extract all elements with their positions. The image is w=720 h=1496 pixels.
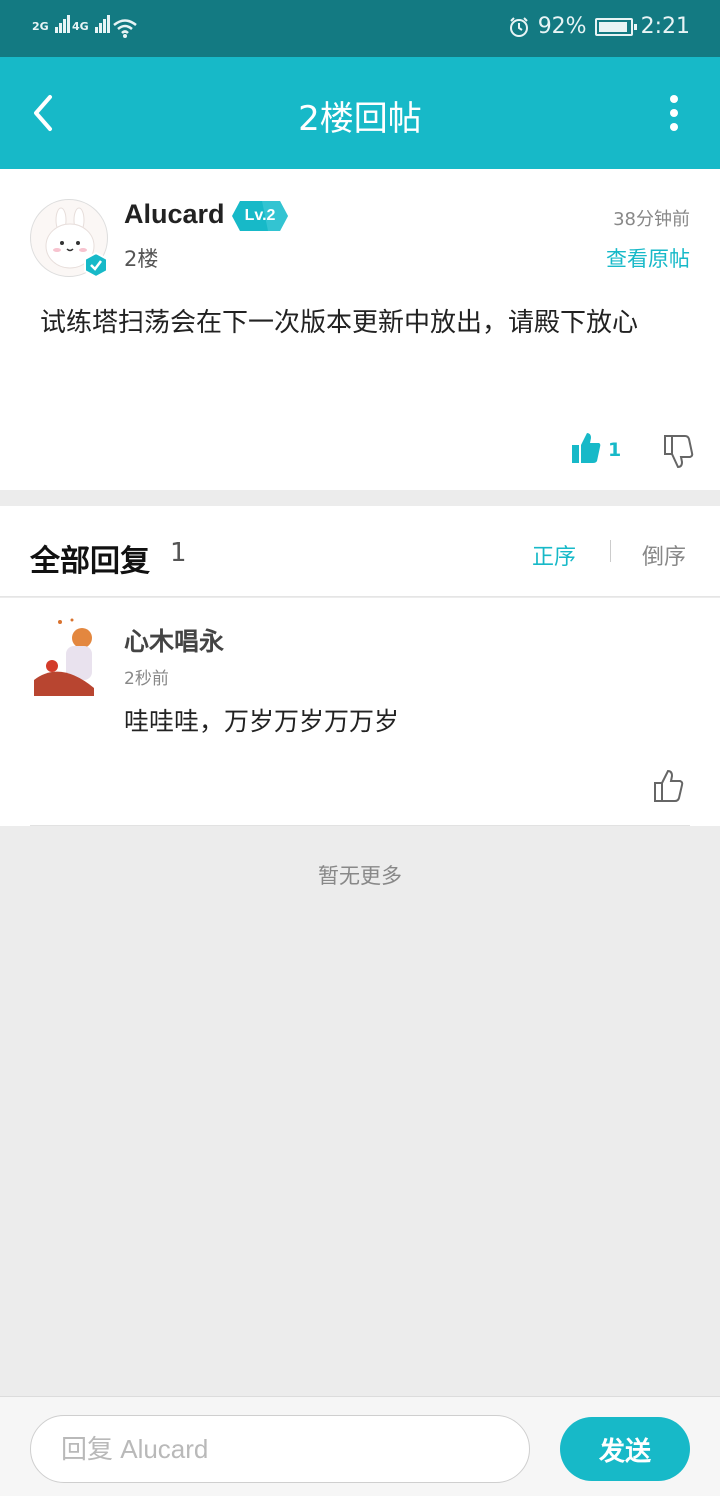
signal-icon [94, 15, 111, 33]
more-menu-button[interactable] [664, 93, 684, 133]
floor-label: 2楼 [124, 247, 159, 271]
reply-item: 心木唱永 2秒前 哇哇哇，万岁万岁万万岁 [0, 598, 720, 826]
signal-indicator-1: 2G [32, 15, 71, 33]
send-button[interactable]: 发送 [560, 1417, 690, 1481]
replies-header: 全部回复 1 正序 倒序 [0, 506, 720, 597]
sort-descending-tab[interactable]: 倒序 [642, 539, 686, 571]
reply-like-button[interactable] [652, 768, 686, 804]
reply-time: 2秒前 [124, 669, 169, 689]
sort-ascending-tab[interactable]: 正序 [532, 539, 576, 571]
reply-author-name[interactable]: 心木唱永 [124, 622, 224, 658]
wifi-icon [113, 19, 137, 38]
battery-percent: 92% [537, 14, 587, 39]
reply-author-avatar[interactable] [30, 616, 98, 696]
alarm-icon [509, 16, 528, 37]
thumbs-up-filled-icon [572, 433, 601, 463]
level-badge-label: Lv.2 [244, 207, 276, 224]
more-vertical-icon [670, 95, 678, 131]
replies-count: 1 [170, 538, 187, 568]
author-avatar[interactable] [30, 199, 108, 278]
thumbs-down-icon [664, 435, 694, 469]
network-type-label: 2G [32, 20, 49, 33]
clock: 2:21 [640, 14, 690, 39]
reply-divider [30, 825, 690, 826]
reply-composer: 发送 [0, 1396, 720, 1496]
reply-input[interactable] [30, 1415, 530, 1483]
author-name[interactable]: Alucard [124, 199, 225, 230]
network-type-label: 4G [72, 20, 89, 33]
status-right-group: 92% 2:21 [508, 14, 690, 39]
signal-indicator-2: 4G [72, 15, 111, 33]
no-more-text: 暂无更多 [318, 864, 402, 888]
signal-icon [54, 15, 71, 33]
dislike-button[interactable] [662, 433, 696, 473]
like-button[interactable]: 1 [570, 431, 630, 471]
view-original-link[interactable]: 查看原帖 [606, 243, 690, 273]
sort-divider [610, 540, 611, 562]
page-title: 2楼回帖 [298, 99, 422, 139]
level-badge: Lv.2 [232, 201, 288, 231]
like-count: 1 [608, 439, 622, 461]
verified-badge-icon [84, 252, 108, 278]
app-bar: 2楼回帖 [0, 57, 720, 169]
status-bar: 2G 4G 92% 2:21 [0, 0, 720, 57]
post-time: 38分钟前 [613, 209, 690, 230]
battery-charging-icon [594, 17, 637, 36]
thumbs-up-icon [654, 769, 684, 802]
replies-title: 全部回复 [30, 544, 150, 579]
post-card: Alucard Lv.2 2楼 38分钟前 查看原帖 试练塔扫荡会在下一次版本更… [0, 169, 720, 490]
reply-content: 哇哇哇，万岁万岁万万岁 [124, 707, 400, 736]
post-content: 试练塔扫荡会在下一次版本更新中放出，请殿下放心 [40, 308, 639, 338]
anime-avatar-icon [30, 618, 98, 696]
